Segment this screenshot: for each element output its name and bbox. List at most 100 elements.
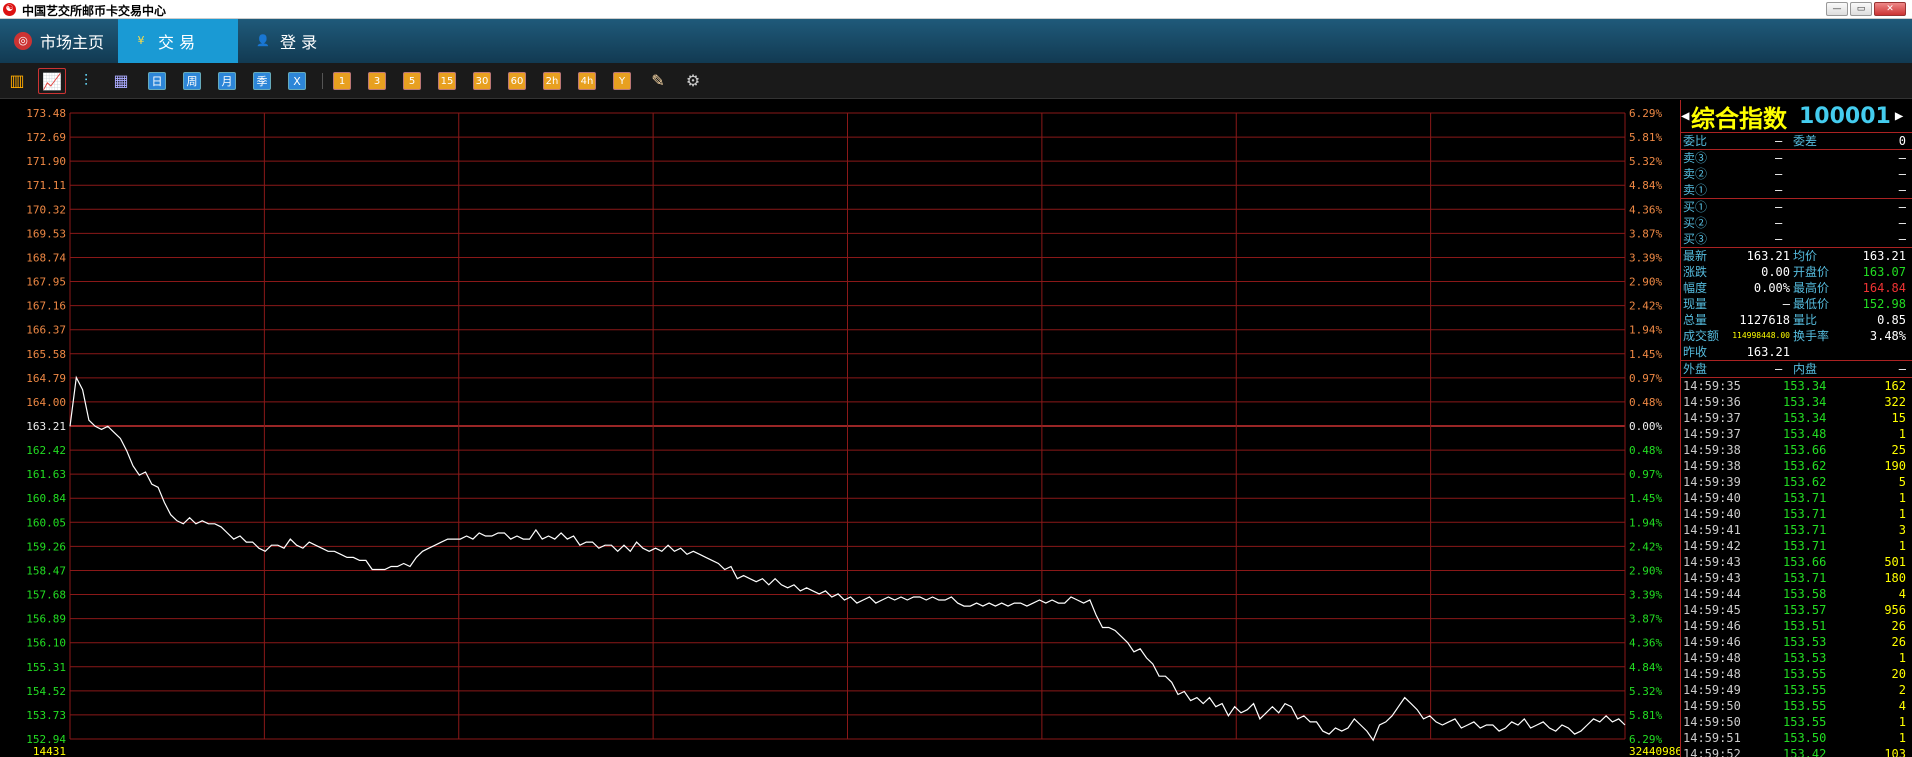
- minimize-button[interactable]: —: [1826, 2, 1848, 16]
- stat-label: 涨跌: [1683, 265, 1708, 279]
- period-quarter-button[interactable]: 季: [253, 72, 271, 90]
- y-tick-label: 159.26: [26, 540, 66, 553]
- year-button[interactable]: Y: [613, 72, 631, 90]
- tick-time: 14:59:38: [1683, 459, 1741, 473]
- yen-icon: ¥: [137, 34, 145, 47]
- period-x-button[interactable]: X: [288, 72, 306, 90]
- tick-time: 14:59:40: [1683, 507, 1741, 521]
- tick-time: 14:59:52: [1683, 747, 1741, 757]
- weibi-row: 委比 — 委差 0: [1681, 133, 1912, 149]
- chart-toolbar: ▥ 📈 ⫶ ▦ 日 周 月 季 X 1 3 5 15 30 60 2h 4h Y…: [0, 63, 1912, 99]
- stats: 最新 163.21 均价 163.21 涨跌 0.00 开盘价 163.07 幅度 0.00% 最高…: [1681, 248, 1912, 360]
- nav-login[interactable]: 👤 登 录: [240, 19, 360, 63]
- stat-value: 0.00: [1761, 265, 1790, 279]
- pct-tick-label: 4.36%: [1629, 637, 1662, 650]
- y-tick-label: 156.89: [26, 613, 66, 626]
- y-tick-label: 163.21: [26, 420, 66, 433]
- tick-row: 14:59:43 153.71 180: [1681, 570, 1912, 586]
- tick-time: 14:59:37: [1683, 427, 1741, 441]
- tick-price: 153.34: [1783, 395, 1827, 409]
- tick-row: 14:59:50 153.55 4: [1681, 698, 1912, 714]
- tick-volume: 103: [1884, 747, 1906, 757]
- level-volume: —: [1898, 232, 1906, 246]
- y-tick-label: 167.95: [26, 276, 66, 289]
- user-icon: 👤: [256, 34, 270, 47]
- hour-4-button[interactable]: 4h: [578, 72, 596, 90]
- tick-price: 153.62: [1783, 475, 1827, 489]
- toolbar-divider: [322, 73, 323, 89]
- volume-right-label: 32440986: [1629, 745, 1680, 757]
- y-tick-label: 164.79: [26, 372, 66, 385]
- tick-time: 14:59:35: [1683, 379, 1741, 393]
- pct-tick-label: 5.32%: [1629, 155, 1662, 168]
- tick-price: 153.42: [1783, 747, 1827, 757]
- tick-price: 153.34: [1783, 411, 1827, 425]
- tick-row: 14:59:43 153.66 501: [1681, 554, 1912, 570]
- tick-price: 153.62: [1783, 459, 1827, 473]
- outer-label: 外盘: [1683, 362, 1708, 376]
- tick-volume: 501: [1884, 555, 1906, 569]
- weibi-value: —: [1775, 134, 1783, 148]
- tick-row: 14:59:51 153.50 1: [1681, 730, 1912, 746]
- level-volume: —: [1898, 183, 1906, 197]
- level-price: —: [1775, 151, 1783, 165]
- tick-price: 153.71: [1783, 491, 1827, 505]
- pct-tick-label: 0.48%: [1629, 444, 1662, 457]
- next-arrow-icon[interactable]: ▶: [1895, 108, 1905, 124]
- line-chart-icon[interactable]: 📈: [38, 68, 66, 94]
- prev-arrow-icon[interactable]: ◀: [1681, 108, 1691, 124]
- period-month-button[interactable]: 月: [218, 72, 236, 90]
- tick-price: 153.71: [1783, 507, 1827, 521]
- pct-tick-label: 2.42%: [1629, 540, 1662, 553]
- tick-row: 14:59:45 153.57 956: [1681, 602, 1912, 618]
- y-tick-label: 155.31: [26, 661, 66, 674]
- stat-row: 幅度 0.00% 最高价 164.84: [1681, 280, 1912, 296]
- stat-label: 现量: [1683, 297, 1708, 311]
- minute-5-button[interactable]: 5: [403, 72, 421, 90]
- tick-price: 153.55: [1783, 699, 1827, 713]
- gear-icon[interactable]: ⚙: [684, 72, 702, 90]
- tick-time: 14:59:43: [1683, 571, 1741, 585]
- tick-price: 153.53: [1783, 651, 1827, 665]
- period-day-button[interactable]: 日: [148, 72, 166, 90]
- tick-volume: 1: [1898, 507, 1906, 521]
- candlestick-icon[interactable]: ⫶: [77, 72, 95, 90]
- period-week-button[interactable]: 周: [183, 72, 201, 90]
- bar-chart-icon[interactable]: ▥: [8, 72, 26, 90]
- pct-tick-label: 1.45%: [1629, 492, 1662, 505]
- weicha-value: 0: [1898, 134, 1906, 148]
- pct-tick-label: 0.48%: [1629, 396, 1662, 409]
- calendar-icon[interactable]: ▦: [112, 72, 130, 90]
- tick-list[interactable]: 14:59:35 153.34 162 14:59:36 153.34 322 14:59:…: [1681, 378, 1912, 757]
- minute-1-button[interactable]: 1: [333, 72, 351, 90]
- nav-trade[interactable]: ¥ 交 易: [118, 19, 238, 63]
- window-controls: — ▭ ✕: [1826, 2, 1906, 16]
- nav-market-home[interactable]: ◎ 市场主页: [0, 19, 118, 63]
- minute-30-button[interactable]: 30: [473, 72, 491, 90]
- intraday-chart[interactable]: 173.48 6.29% 172.69 5.81% 171.90 5.32% 171.11 4…: [0, 100, 1680, 757]
- nav-label: 市场主页: [40, 33, 105, 52]
- tick-price: 153.51: [1783, 619, 1827, 633]
- minute-15-button[interactable]: 15: [438, 72, 456, 90]
- draw-icon[interactable]: ✎: [649, 72, 667, 90]
- y-tick-label: 169.53: [26, 227, 66, 240]
- tick-row: 14:59:40 153.71 1: [1681, 506, 1912, 522]
- maximize-button[interactable]: ▭: [1850, 2, 1872, 16]
- y-tick-label: 166.37: [26, 324, 66, 337]
- tick-price: 153.57: [1783, 603, 1827, 617]
- tick-row: 14:59:48 153.53 1: [1681, 650, 1912, 666]
- tick-volume: 162: [1884, 379, 1906, 393]
- hour-2-button[interactable]: 2h: [543, 72, 561, 90]
- y-tick-label: 158.47: [26, 564, 66, 577]
- tick-price: 153.55: [1783, 683, 1827, 697]
- minute-3-button[interactable]: 3: [368, 72, 386, 90]
- instrument-code: 100001: [1799, 103, 1891, 129]
- minute-60-button[interactable]: 60: [508, 72, 526, 90]
- close-button[interactable]: ✕: [1874, 2, 1906, 16]
- tick-volume: 2: [1898, 683, 1906, 697]
- pct-tick-label: 2.90%: [1629, 564, 1662, 577]
- stat-row: 总量 1127618 量比 0.85: [1681, 312, 1912, 328]
- tick-volume: 15: [1891, 411, 1906, 425]
- level-price: —: [1775, 232, 1783, 246]
- y-tick-label: 161.63: [26, 468, 66, 481]
